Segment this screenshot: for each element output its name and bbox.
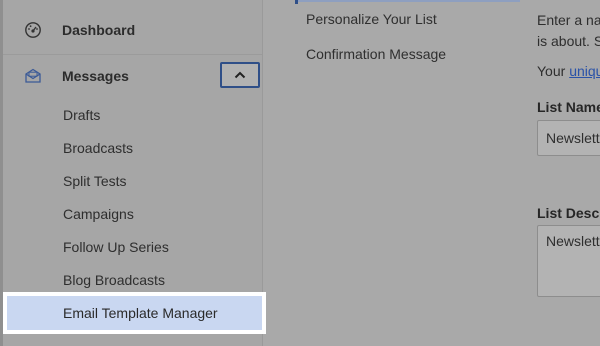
middle-nav-confirmation-message[interactable]: Confirmation Message [306,46,446,62]
sidebar-subitem-campaigns[interactable]: Campaigns [63,204,134,224]
middle-nav-top-rule [295,0,520,2]
sidebar-item-dashboard[interactable]: Dashboard [0,12,262,48]
divider [3,54,262,55]
sidebar-subitem-blog-broadcasts[interactable]: Blog Broadcasts [63,270,165,290]
list-name-label: List Name [537,99,600,115]
sidebar-subitem-broadcasts[interactable]: Broadcasts [63,138,133,158]
list-name-input[interactable]: Newslett [537,120,600,156]
chevron-up-icon [234,71,246,79]
messages-collapse-button[interactable] [220,62,260,88]
middle-nav-active-marker [295,0,298,4]
your-text: Your [537,63,570,79]
sidebar-item-messages-label: Messages [62,68,129,84]
dashboard-gauge-icon [25,22,41,38]
sidebar-subitem-email-template-manager[interactable]: Email Template Manager [3,292,266,334]
list-description-textarea[interactable]: Newslett [537,225,600,297]
sidebar-subitem-drafts[interactable]: Drafts [63,105,100,125]
unique-link[interactable]: uniqu [569,63,600,79]
intro-text-line-2: is about. S [537,33,600,49]
middle-nav-personalize-your-list[interactable]: Personalize Your List [306,11,437,27]
sidebar-item-dashboard-label: Dashboard [62,22,136,38]
sidebar-subitem-follow-up-series[interactable]: Follow Up Series [63,237,169,257]
list-description-label: List Descr [537,205,600,221]
envelope-icon [25,68,41,83]
intro-text-line-1: Enter a na [537,12,600,28]
sidebar-subitem-split-tests[interactable]: Split Tests [63,171,127,191]
unique-link-sentence: Your uniqu [537,63,600,79]
sidebar-subitem-email-template-manager-label: Email Template Manager [7,296,262,330]
